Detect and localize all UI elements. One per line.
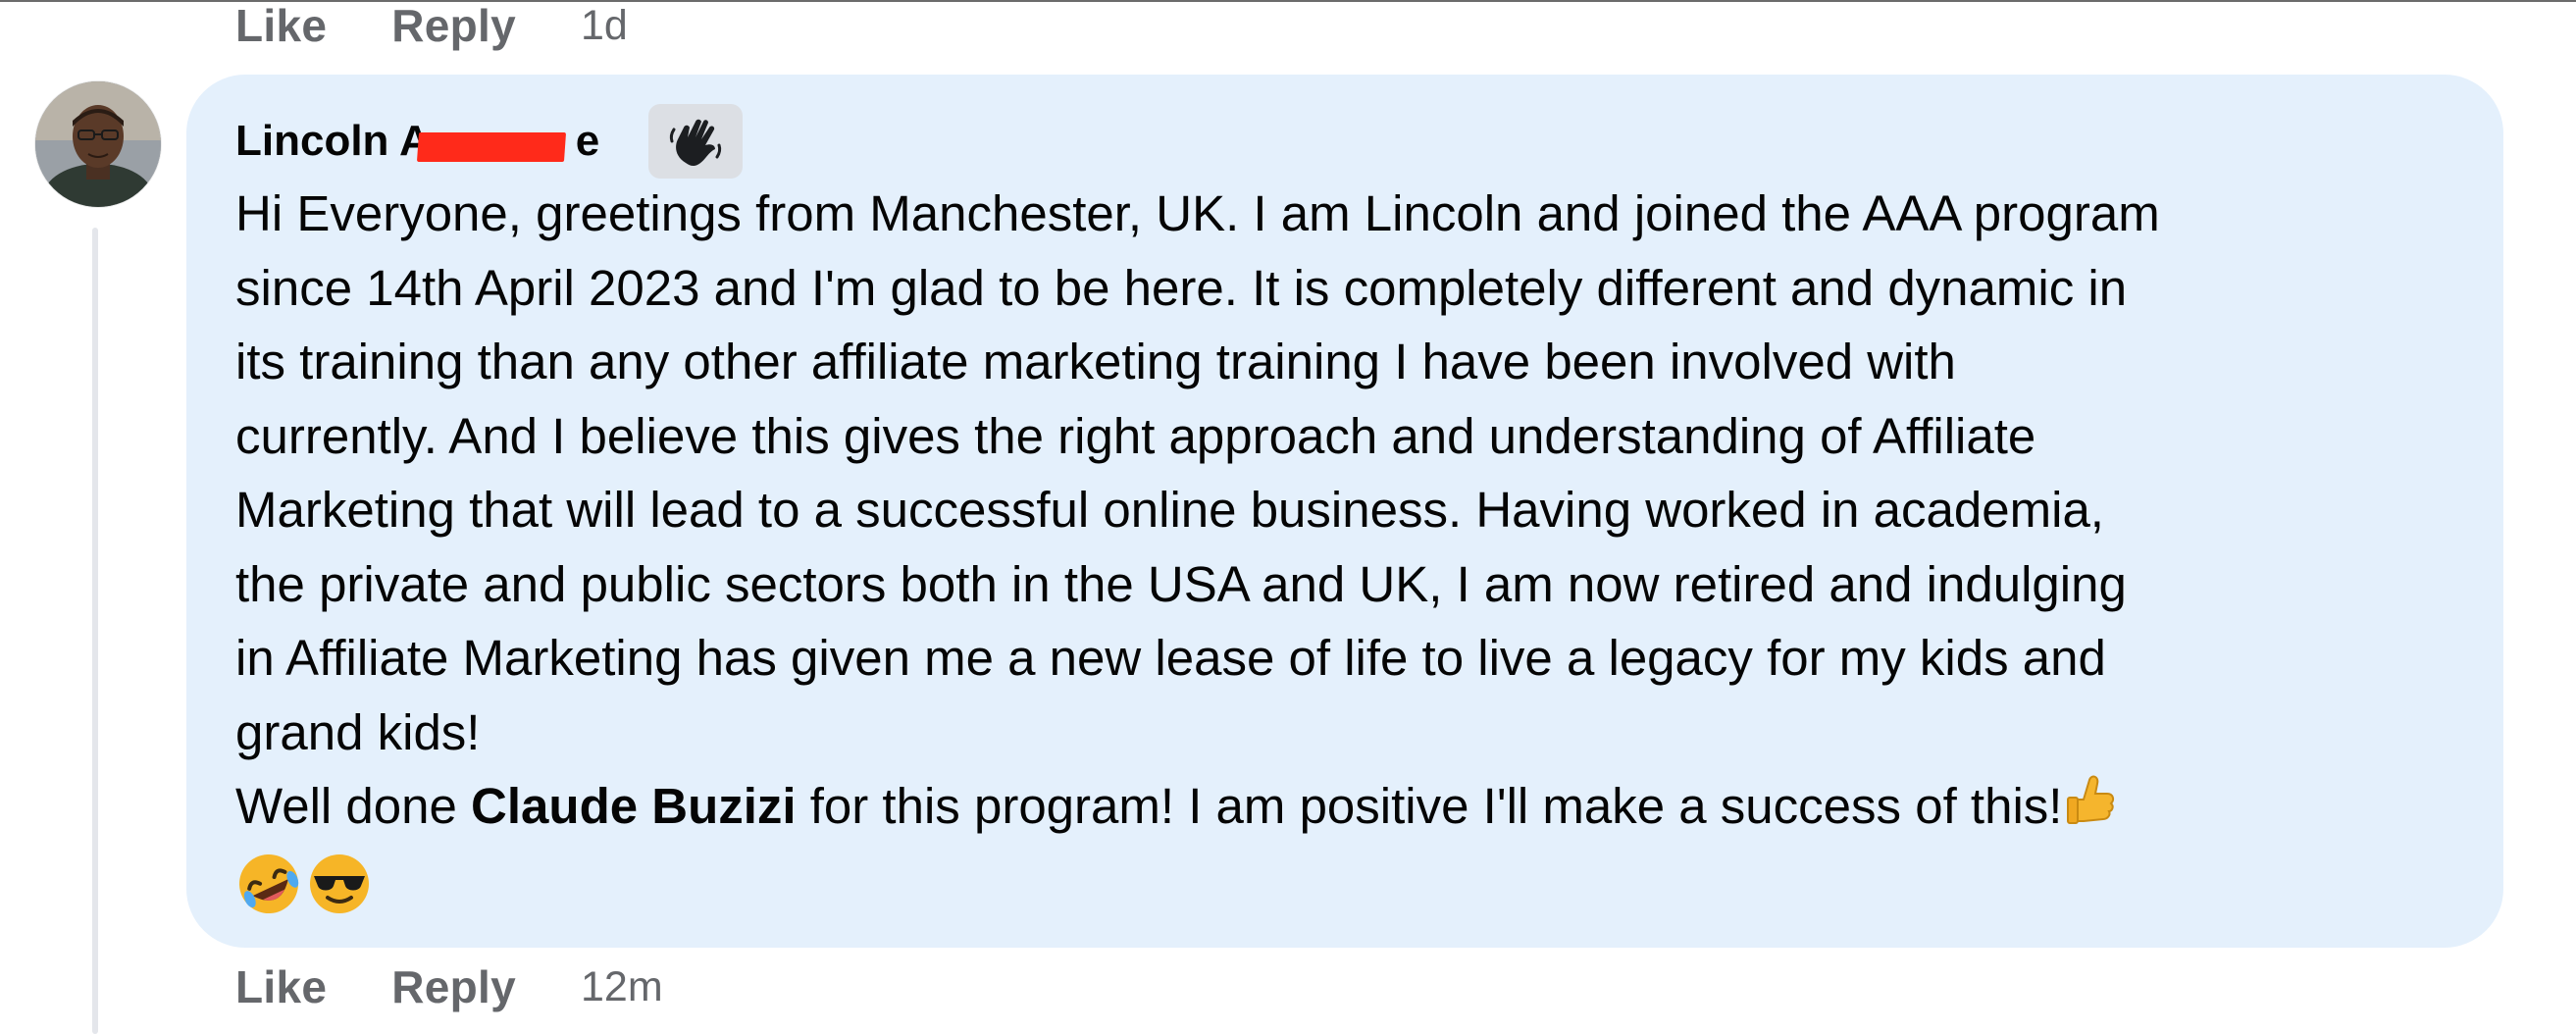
comment-timestamp[interactable]: 12m (581, 963, 663, 1011)
thumbs-up-icon (2062, 770, 2117, 850)
redaction-mark (416, 132, 567, 162)
comment-timestamp[interactable]: 1d (581, 2, 628, 50)
comment-last-line: Well done Claude Buzizi for this program… (235, 769, 2460, 850)
author-name-end: e (575, 117, 600, 165)
comment-line: Hi Everyone, greetings from Manchester, … (235, 185, 2160, 241)
last-line-prefix: Well done (235, 778, 472, 834)
previous-comment-actions: Like Reply 1d (235, 0, 628, 51)
like-button[interactable]: Like (235, 960, 327, 1013)
comment-line: grand kids! (235, 703, 481, 760)
author-name-start: Lincoln A (235, 117, 431, 165)
comment-line: since 14th April 2023 and I'm glad to be… (235, 259, 2128, 316)
reply-button[interactable]: Reply (391, 0, 516, 52)
mention-link[interactable]: Claude Buzizi (471, 778, 797, 834)
waving-hand-icon (670, 119, 722, 167)
comment-header: Lincoln A e (235, 104, 744, 179)
sunglasses-face-icon (306, 851, 373, 922)
comment-line: in Affiliate Marketing has given me a ne… (235, 630, 2106, 686)
thread-connector (92, 228, 98, 1034)
rolling-laughing-icon (235, 851, 302, 922)
comment-line: currently. And I believe this gives the … (235, 407, 2036, 464)
comment-line: its training than any other affiliate ma… (235, 334, 1956, 389)
last-line-suffix: for this program! I am positive I'll mak… (796, 778, 2063, 834)
like-button[interactable]: Like (235, 0, 327, 52)
emoji-row (235, 852, 373, 920)
comment-actions: Like Reply 12m (235, 961, 663, 1012)
comment-line: Marketing that will lead to a successful… (235, 482, 2104, 538)
comment-thread: Like Reply 1d Lincoln A e Hi Everyone, gr… (0, 0, 2576, 1034)
reply-button[interactable]: Reply (391, 960, 516, 1013)
author-badge[interactable] (648, 104, 744, 179)
author-name[interactable]: Lincoln A e (235, 117, 599, 166)
comment-line: the private and public sectors both in t… (235, 555, 2127, 612)
comment-body: Hi Everyone, greetings from Manchester, … (235, 177, 2460, 850)
avatar[interactable] (35, 81, 161, 207)
avatar-image (35, 81, 161, 207)
